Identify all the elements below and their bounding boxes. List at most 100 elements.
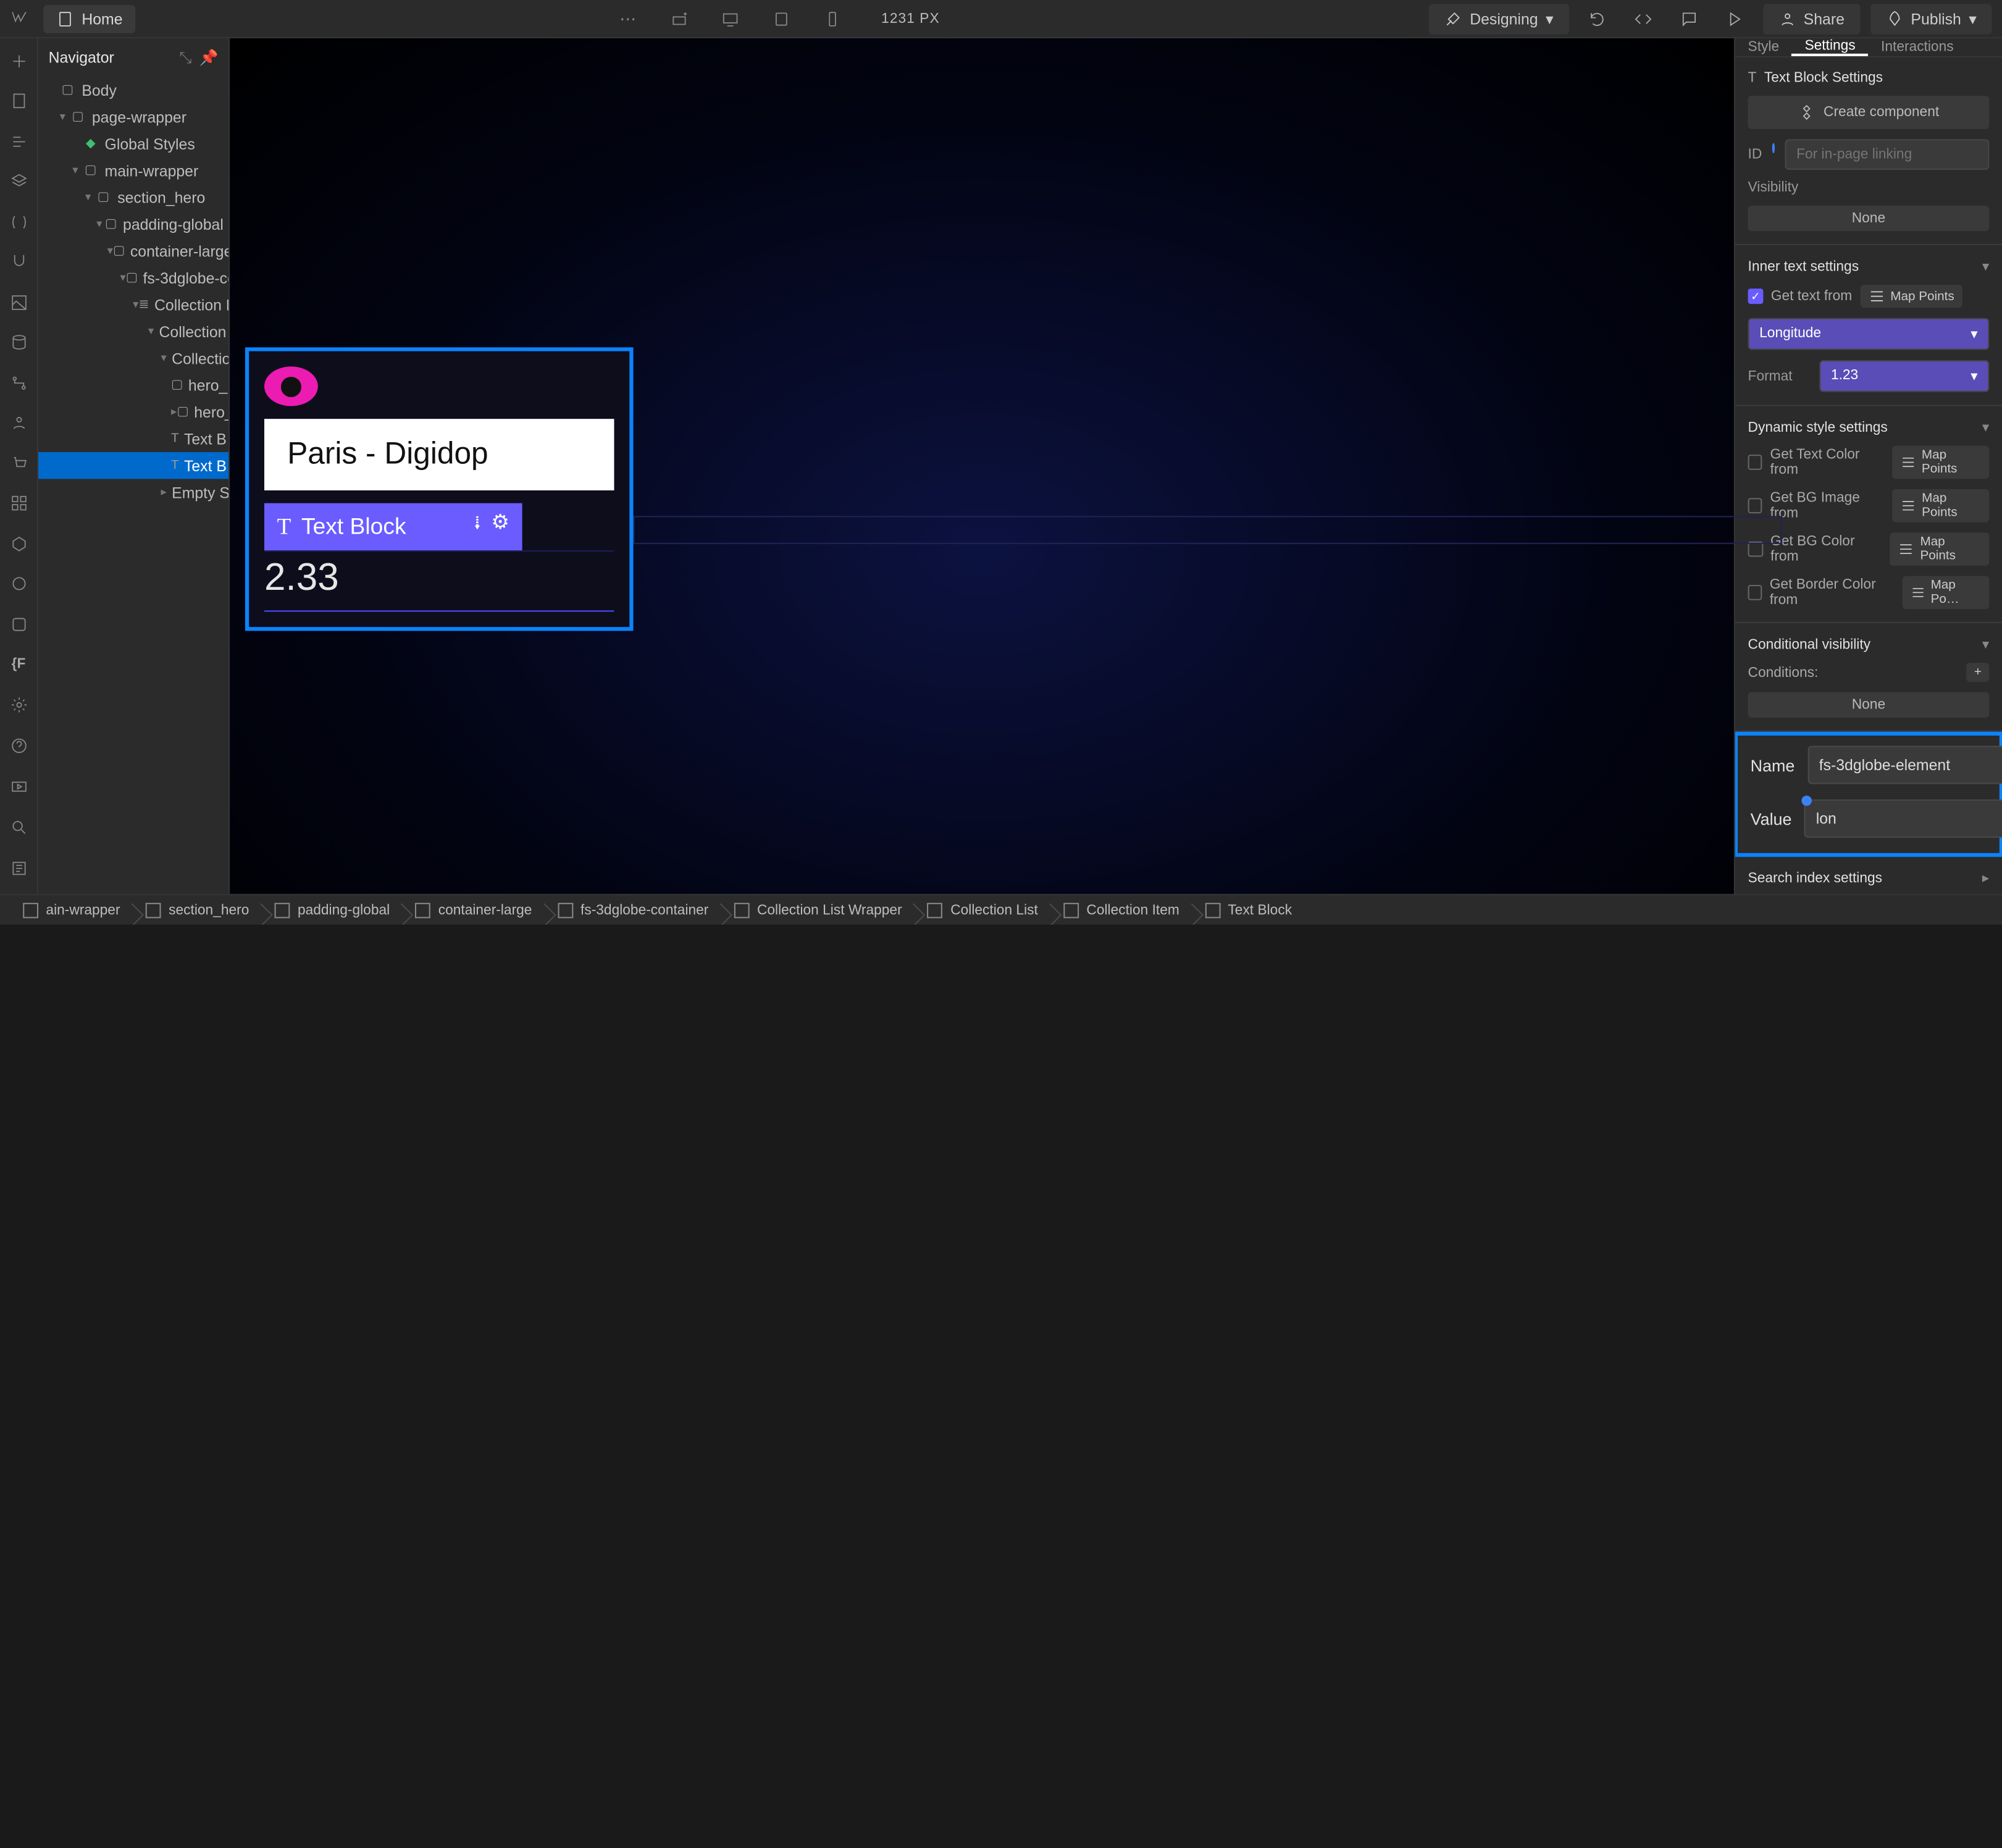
breadcrumb-item[interactable]: padding-global <box>262 902 403 918</box>
apps-icon[interactable] <box>6 491 31 516</box>
attr-name-label: Name <box>1751 755 1795 775</box>
tree-row[interactable]: ▾Collection … <box>38 318 228 345</box>
conditions-label: Conditions: <box>1748 665 1819 680</box>
comment-icon[interactable] <box>1671 3 1707 34</box>
breadcrumb-item[interactable]: Text Block <box>1192 902 1305 918</box>
search-icon[interactable] <box>6 815 31 840</box>
tree-row[interactable]: ▢Body <box>38 77 228 103</box>
code-icon[interactable] <box>1625 3 1661 34</box>
tree-row[interactable]: ◆Global Styles <box>38 130 228 157</box>
preview-icon[interactable] <box>1717 3 1753 34</box>
breadcrumb-item[interactable]: fs-3dglobe-container <box>545 902 721 918</box>
settings-icon[interactable] <box>6 692 31 718</box>
dynamic-style-heading[interactable]: Dynamic style settings ▾ <box>1735 414 2002 440</box>
assets-icon[interactable] <box>6 290 31 314</box>
attr-name-input[interactable] <box>1807 746 2002 784</box>
brush-icon <box>1444 10 1462 28</box>
add-icon[interactable] <box>6 49 31 74</box>
attr-value-label: Value <box>1751 809 1792 828</box>
breadcrumb-item[interactable]: container-large <box>403 902 545 918</box>
breadcrumb-item[interactable]: Collection List <box>915 902 1050 918</box>
conditional-visibility-heading[interactable]: Conditional visibility ▾ <box>1735 631 2002 657</box>
collection-pill[interactable]: Map Points <box>1892 489 1989 523</box>
finsweet-icon[interactable]: {F <box>6 652 31 677</box>
share-button[interactable]: Share <box>1763 3 1860 34</box>
text-icon: T <box>277 513 291 540</box>
bp-add-icon[interactable] <box>656 3 702 34</box>
field-select[interactable]: Longitude ▾ <box>1748 318 1990 350</box>
app-2-icon[interactable] <box>6 571 31 596</box>
canvas[interactable]: Paris - Digidop T Text Block ⭭ ⚙ 2.33 <box>230 38 1734 894</box>
add-condition-button[interactable]: + <box>1966 663 1989 682</box>
tree-row[interactable]: ▾▢padding-global <box>38 211 228 237</box>
tab-settings[interactable]: Settings <box>1792 38 1869 56</box>
search-index-heading[interactable]: Search index settings ▸ <box>1735 865 2002 891</box>
inner-text-heading[interactable]: Inner text settings ▾ <box>1735 253 2002 279</box>
dstyle-checkbox[interactable] <box>1748 585 1762 600</box>
app-3-icon[interactable] <box>6 611 31 636</box>
collection-pill[interactable]: Map Points <box>1892 446 1989 479</box>
collection-pill[interactable]: Map Points <box>1860 285 1962 308</box>
tree-row[interactable]: ▸▢hero_m… <box>38 398 228 425</box>
collection-pill[interactable]: Map Points <box>1890 532 1989 566</box>
tree-row[interactable]: ▾Collectio… <box>38 345 228 371</box>
attr-value-input[interactable] <box>1804 799 2002 838</box>
help-icon[interactable] <box>6 733 31 758</box>
textblock-value[interactable]: 2.33 <box>264 550 614 611</box>
bp-desktop-icon[interactable] <box>708 3 753 34</box>
styles-icon[interactable] <box>6 250 31 274</box>
tree-row[interactable]: ▾▢container-large <box>38 238 228 264</box>
navigator-icon[interactable] <box>6 129 31 154</box>
mode-designing[interactable]: Designing ▾ <box>1429 3 1569 34</box>
page-selector[interactable]: Home <box>43 4 135 32</box>
more-icon[interactable]: ⋯ <box>609 8 647 28</box>
tree-row[interactable]: ▢hero_m… <box>38 372 228 398</box>
pin-icon[interactable]: 📌 <box>199 48 219 67</box>
tree-row[interactable]: ▾▢section_hero <box>38 184 228 211</box>
audit-icon[interactable] <box>6 855 31 881</box>
textblock-badge[interactable]: T Text Block ⭭ ⚙ <box>264 503 522 551</box>
text-icon: T <box>1748 70 1757 86</box>
collapse-icon[interactable]: ⤡ <box>179 48 191 67</box>
users-icon[interactable] <box>6 411 31 435</box>
tree-row[interactable]: ▾▢fs-3dglobe-con… <box>38 264 228 291</box>
dynamic-icon[interactable]: ⭭ <box>474 510 481 544</box>
stack-icon <box>1867 287 1885 305</box>
logic-icon[interactable] <box>6 371 31 395</box>
ecommerce-icon[interactable] <box>6 451 31 476</box>
tree-row[interactable]: TText B… <box>38 452 228 479</box>
app-1-icon[interactable] <box>6 531 31 556</box>
selected-item-card[interactable]: Paris - Digidop T Text Block ⭭ ⚙ 2.33 <box>245 347 634 631</box>
custom-attribute-editor: Name Value <box>1734 732 2002 857</box>
undo-icon[interactable] <box>1579 3 1615 34</box>
settings-gear-icon[interactable]: ⚙ <box>491 510 509 544</box>
tree-row[interactable]: ▾▢main-wrapper <box>38 157 228 183</box>
publish-button[interactable]: Publish ▾ <box>1870 3 1992 34</box>
bp-mobile-icon[interactable] <box>810 3 855 34</box>
video-icon[interactable] <box>6 774 31 799</box>
pages-icon[interactable] <box>6 89 31 114</box>
webflow-logo-icon[interactable] <box>10 7 33 30</box>
get-text-checkbox[interactable]: ✓ <box>1748 288 1764 304</box>
tree-row[interactable]: ▾≣Collection Lis… <box>38 291 228 317</box>
breadcrumb-item[interactable]: Collection Item <box>1051 902 1192 918</box>
breadcrumb-item[interactable]: Collection List Wrapper <box>721 902 915 918</box>
person-icon <box>1778 10 1796 28</box>
dstyle-checkbox[interactable] <box>1748 498 1763 513</box>
dstyle-checkbox[interactable] <box>1748 455 1763 470</box>
variables-icon[interactable] <box>6 209 31 234</box>
cms-icon[interactable] <box>6 330 31 355</box>
tree-row[interactable]: ▾▢page-wrapper <box>38 103 228 130</box>
collection-pill[interactable]: Map Po… <box>1902 576 1989 609</box>
tab-interactions[interactable]: Interactions <box>1868 38 1966 56</box>
tree-row[interactable]: ▸Empty Stat… <box>38 479 228 505</box>
format-select[interactable]: 1.23 ▾ <box>1819 360 1989 392</box>
components-icon[interactable] <box>6 169 31 194</box>
breadcrumb-item[interactable]: ain-wrapper <box>10 902 133 918</box>
tree-row[interactable]: TText B… <box>38 426 228 452</box>
tab-style[interactable]: Style <box>1735 38 1792 56</box>
create-component-button[interactable]: Create component <box>1748 96 1990 129</box>
id-input[interactable] <box>1785 139 1990 170</box>
breadcrumb-item[interactable]: section_hero <box>133 902 262 918</box>
bp-tablet-icon[interactable] <box>759 3 805 34</box>
